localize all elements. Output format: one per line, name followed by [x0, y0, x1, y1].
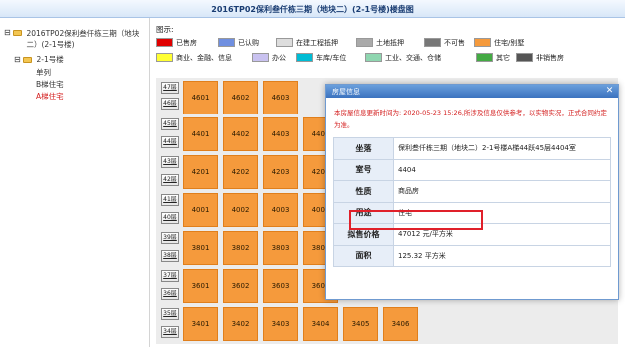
project-tree: ⊟ 2016TP02保利叁仟栋三期（地块二）(2-1号楼) ⊟ 2-1号楼 单列… — [0, 18, 150, 347]
unit-cell[interactable]: 3601 — [183, 269, 218, 303]
unit-cell[interactable]: 3803 — [263, 231, 298, 265]
legend-label: 土地抵押 — [376, 39, 404, 47]
unit-cell[interactable]: 4001 — [183, 193, 218, 227]
floor-button[interactable]: 34层 — [161, 326, 179, 338]
unit-cell[interactable]: 4003 — [263, 193, 298, 227]
legend-swatch — [365, 53, 382, 62]
info-row: 面积 125.32 平方米 — [333, 244, 611, 267]
unit-cell[interactable]: 3403 — [263, 307, 298, 341]
legend-label: 不可售 — [444, 39, 465, 47]
legend-swatch — [474, 38, 491, 47]
legend-label: 工业、交通、仓储 — [385, 54, 441, 62]
unit-cell[interactable]: 3603 — [263, 269, 298, 303]
floor-button[interactable]: 46层 — [161, 98, 179, 110]
unit-cell[interactable]: 3602 — [223, 269, 258, 303]
floor-button[interactable]: 37层 — [161, 270, 179, 282]
legend-title: 图示: — [156, 25, 174, 34]
unit-cell[interactable]: 4403 — [263, 117, 298, 151]
unit-cell[interactable]: 3402 — [223, 307, 258, 341]
floor-button[interactable]: 42层 — [161, 174, 179, 186]
legend-swatch — [424, 38, 441, 47]
popup-header: 房屋信息 ✕ — [326, 85, 618, 98]
unit-cell[interactable]: 4401 — [183, 117, 218, 151]
folder-icon — [23, 57, 33, 63]
legend-swatch — [356, 38, 373, 47]
unit-cell[interactable]: 3404 — [303, 307, 338, 341]
unit-cell[interactable]: 4602 — [223, 81, 258, 115]
tree-item-a-residence[interactable]: A梯住宅 — [36, 91, 64, 102]
legend-swatch — [156, 38, 173, 47]
tree-node-building[interactable]: ⊟ 2-1号楼 — [14, 54, 64, 65]
legend-swatch — [218, 38, 235, 47]
page-title-bar: 2016TP02保利叁仟栋三期（地块二）(2-1号楼)楼盘图 — [0, 0, 625, 18]
floor-button[interactable]: 47层 — [161, 82, 179, 94]
unit-cell[interactable]: 3405 — [343, 307, 378, 341]
collapse-minus-icon[interactable]: ⊟ — [4, 28, 11, 37]
floor-button[interactable]: 44层 — [161, 136, 179, 148]
unit-cell[interactable]: 4201 — [183, 155, 218, 189]
legend-label: 住宅/别墅 — [494, 39, 525, 47]
unit-cell[interactable]: 4603 — [263, 81, 298, 115]
unit-cell[interactable]: 4002 — [223, 193, 258, 227]
page-title: 2016TP02保利叁仟栋三期（地块二）(2-1号楼)楼盘图 — [211, 5, 414, 14]
tree-node-project[interactable]: ⊟ 2016TP02保利叁仟栋三期（地块二）(2-1号楼) — [4, 28, 146, 50]
legend-label: 办公 — [272, 54, 286, 62]
legend-label: 已认购 — [238, 39, 259, 47]
collapse-minus-icon[interactable]: ⊟ — [14, 55, 21, 64]
unit-cell[interactable]: 3802 — [223, 231, 258, 265]
floor-button[interactable]: 35层 — [161, 308, 179, 320]
popup-title: 房屋信息 — [332, 88, 360, 96]
legend-swatch — [476, 53, 493, 62]
legend-label: 非销售房 — [536, 54, 564, 62]
legend-swatch — [156, 53, 173, 62]
unit-cell[interactable]: 3801 — [183, 231, 218, 265]
floor-button[interactable]: 43层 — [161, 156, 179, 168]
info-row: 坐落 保利叁仟栋三期（地块二）2-1号楼A梯44跃45层4404室 — [333, 137, 611, 160]
house-info-table: 坐落 保利叁仟栋三期（地块二）2-1号楼A梯44跃45层4404室 室号 4404 … — [333, 137, 611, 267]
legend-label: 在建工程抵押 — [296, 39, 338, 47]
update-note: 本房屋信息更新时间为: 2020-05-23 15:26,所涉及信息仅供参考，以… — [334, 109, 607, 129]
legend-swatch — [516, 53, 533, 62]
floor-button[interactable]: 36层 — [161, 288, 179, 300]
info-row: 室号 4404 — [333, 158, 611, 181]
house-info-popup: 房屋信息 ✕ 本房屋信息更新时间为: 2020-05-23 15:26,所涉及信… — [325, 84, 619, 300]
legend-label: 车库/车位 — [316, 54, 347, 62]
unit-cell[interactable]: 4202 — [223, 155, 258, 189]
price-highlight-box — [349, 210, 483, 230]
legend-swatch — [252, 53, 269, 62]
floor-button[interactable]: 40层 — [161, 212, 179, 224]
legend-swatch — [276, 38, 293, 47]
floor-button[interactable]: 41层 — [161, 194, 179, 206]
unit-cell[interactable]: 3406 — [383, 307, 418, 341]
floor-button[interactable]: 39层 — [161, 232, 179, 244]
tree-item-b-residence[interactable]: B梯住宅 — [36, 79, 64, 90]
unit-cell[interactable]: 4402 — [223, 117, 258, 151]
legend-swatch — [296, 53, 313, 62]
floor-button[interactable]: 45层 — [161, 118, 179, 130]
tree-item-single[interactable]: 单列 — [36, 67, 51, 78]
info-row: 性质 商品房 — [333, 180, 611, 203]
legend-label: 已售房 — [176, 39, 197, 47]
folder-icon — [13, 30, 23, 36]
unit-cell[interactable]: 4601 — [183, 81, 218, 115]
legend-label: 其它 — [496, 54, 510, 62]
close-icon[interactable]: ✕ — [604, 86, 615, 96]
floor-button[interactable]: 38层 — [161, 250, 179, 262]
unit-cell[interactable]: 3401 — [183, 307, 218, 341]
unit-cell[interactable]: 4203 — [263, 155, 298, 189]
legend-label: 商业、金融、信息 — [176, 54, 232, 62]
